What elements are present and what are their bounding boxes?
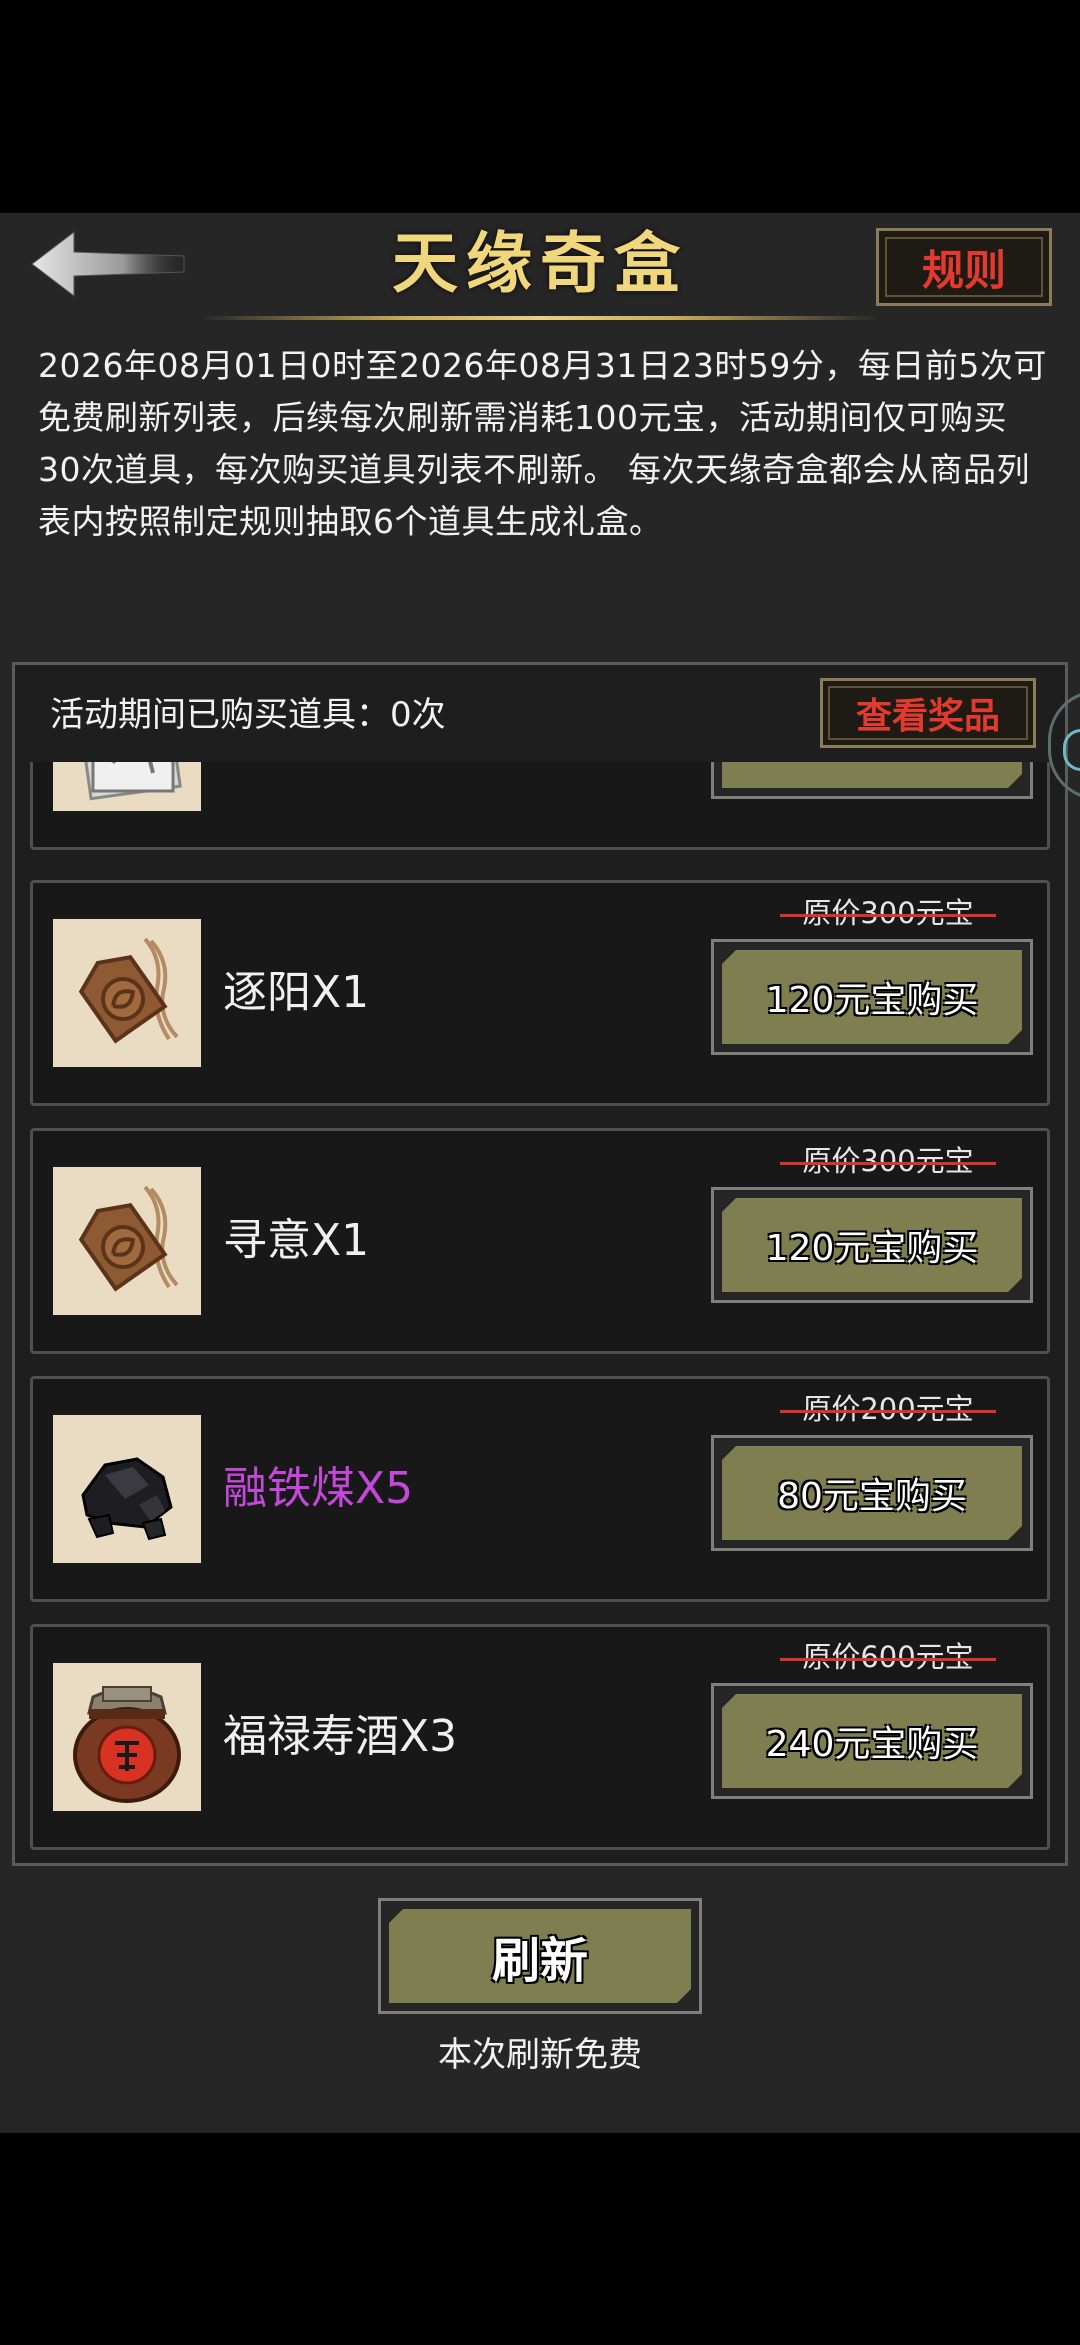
rules-button-label: 规则 (921, 245, 1006, 295)
buy-button-label: 120元宝购买 (765, 1228, 979, 1269)
refresh-button-face: 刷新 (389, 1909, 691, 2003)
buy-button-label: 120元宝购买 (765, 980, 979, 1021)
jade-token-icon (53, 919, 201, 1067)
list-item: X1 (30, 762, 1050, 850)
list-item: 寻意X1 原价300元宝 120元宝购买 (30, 1128, 1050, 1354)
item-name: 融铁煤X5 (223, 1463, 414, 1514)
event-description: 2026年08月01日0时至2026年08月31日23时59分，每日前5次可免费… (38, 346, 1047, 541)
original-price: 原价300元宝 (768, 891, 1008, 935)
wine-jar-icon (53, 1663, 201, 1811)
view-prizes-label: 查看奖品 (855, 696, 1000, 737)
back-arrow-icon (31, 230, 185, 298)
refresh-button[interactable]: 刷新 (378, 1898, 702, 2014)
jade-token-icon (53, 1167, 201, 1315)
buy-button-label: 80元宝购买 (777, 1476, 967, 1517)
item-name: 寻意X1 (223, 1215, 370, 1266)
list-item: 融铁煤X5 原价200元宝 80元宝购买 (30, 1376, 1050, 1602)
back-button[interactable] (28, 226, 188, 302)
purchase-count-label: 活动期间已购买道具：0次 (50, 695, 446, 735)
title-underline (200, 316, 880, 320)
item-thumbnail (53, 919, 201, 1067)
item-name: 逐阳X1 (223, 967, 370, 1018)
buy-button-face: 80元宝购买 (722, 1446, 1022, 1540)
item-thumbnail (53, 1663, 201, 1811)
coal-icon (53, 1415, 201, 1563)
page-title: 天缘奇盒 (392, 224, 688, 302)
buy-button[interactable]: 120元宝购买 (711, 939, 1033, 1055)
rules-button[interactable]: 规则 (876, 228, 1052, 306)
page-header: 天缘奇盒 (190, 218, 890, 328)
item-thumbnail (53, 762, 201, 811)
buy-button[interactable] (711, 762, 1033, 799)
refresh-button-label: 刷新 (491, 1933, 588, 1989)
original-price: 原价200元宝 (768, 1387, 1008, 1431)
refresh-cost-note: 本次刷新免费 (438, 2035, 642, 2075)
scroll-item-icon (53, 762, 201, 811)
buy-button-face: 120元宝购买 (722, 1198, 1022, 1292)
buy-button-face: 120元宝购买 (722, 950, 1022, 1044)
list-item: 逐阳X1 原价300元宝 120元宝购买 (30, 880, 1050, 1106)
original-price: 原价600元宝 (768, 1635, 1008, 1679)
item-thumbnail (53, 1167, 201, 1315)
buy-button-face: 240元宝购买 (722, 1694, 1022, 1788)
view-prizes-button[interactable]: 查看奖品 (820, 678, 1036, 748)
buy-button[interactable]: 240元宝购买 (711, 1683, 1033, 1799)
buy-button-label: 240元宝购买 (765, 1724, 979, 1765)
side-tab-arrow-icon (1063, 729, 1080, 771)
buy-button[interactable]: 120元宝购买 (711, 1187, 1033, 1303)
item-thumbnail (53, 1415, 201, 1563)
item-list[interactable]: X1 逐阳X1 原价300元宝 120元宝购买 (30, 762, 1050, 1854)
original-price: 原价300元宝 (768, 1139, 1008, 1183)
item-name: X1 (223, 762, 281, 767)
list-item: 福禄寿酒X3 原价600元宝 240元宝购买 (30, 1624, 1050, 1850)
buy-button[interactable]: 80元宝购买 (711, 1435, 1033, 1551)
item-name: 福禄寿酒X3 (223, 1711, 458, 1762)
buy-button-face (722, 762, 1022, 788)
